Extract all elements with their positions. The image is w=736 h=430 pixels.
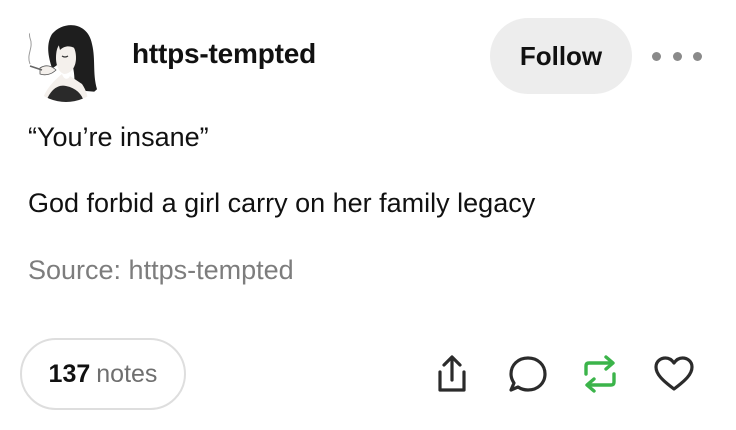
more-options-icon[interactable] (652, 44, 702, 68)
share-button[interactable] (430, 350, 474, 398)
notes-button[interactable]: 137 notes (20, 338, 186, 410)
notes-label: notes (96, 359, 158, 388)
heart-icon (654, 356, 694, 391)
notes-count: 137 (48, 359, 91, 388)
post-text-line: “You’re insane” (28, 122, 209, 152)
reblog-button[interactable] (578, 350, 622, 398)
avatar[interactable] (22, 14, 110, 102)
reply-icon (509, 356, 547, 392)
post-text-line: God forbid a girl carry on her family le… (28, 188, 536, 218)
share-icon (438, 355, 466, 392)
more-dot (693, 51, 702, 61)
reply-button[interactable] (506, 350, 550, 398)
source-link[interactable]: Source: https-tempted (28, 255, 294, 286)
more-dot (652, 51, 661, 61)
reblog-icon (584, 355, 616, 393)
avatar-illustration-icon (22, 14, 110, 102)
post-card: https-tempted Follow “You’re insane” God… (0, 0, 736, 430)
like-button[interactable] (652, 350, 696, 398)
follow-button[interactable]: Follow (490, 18, 632, 94)
username-link[interactable]: https-tempted (132, 38, 316, 70)
more-dot (672, 51, 682, 61)
